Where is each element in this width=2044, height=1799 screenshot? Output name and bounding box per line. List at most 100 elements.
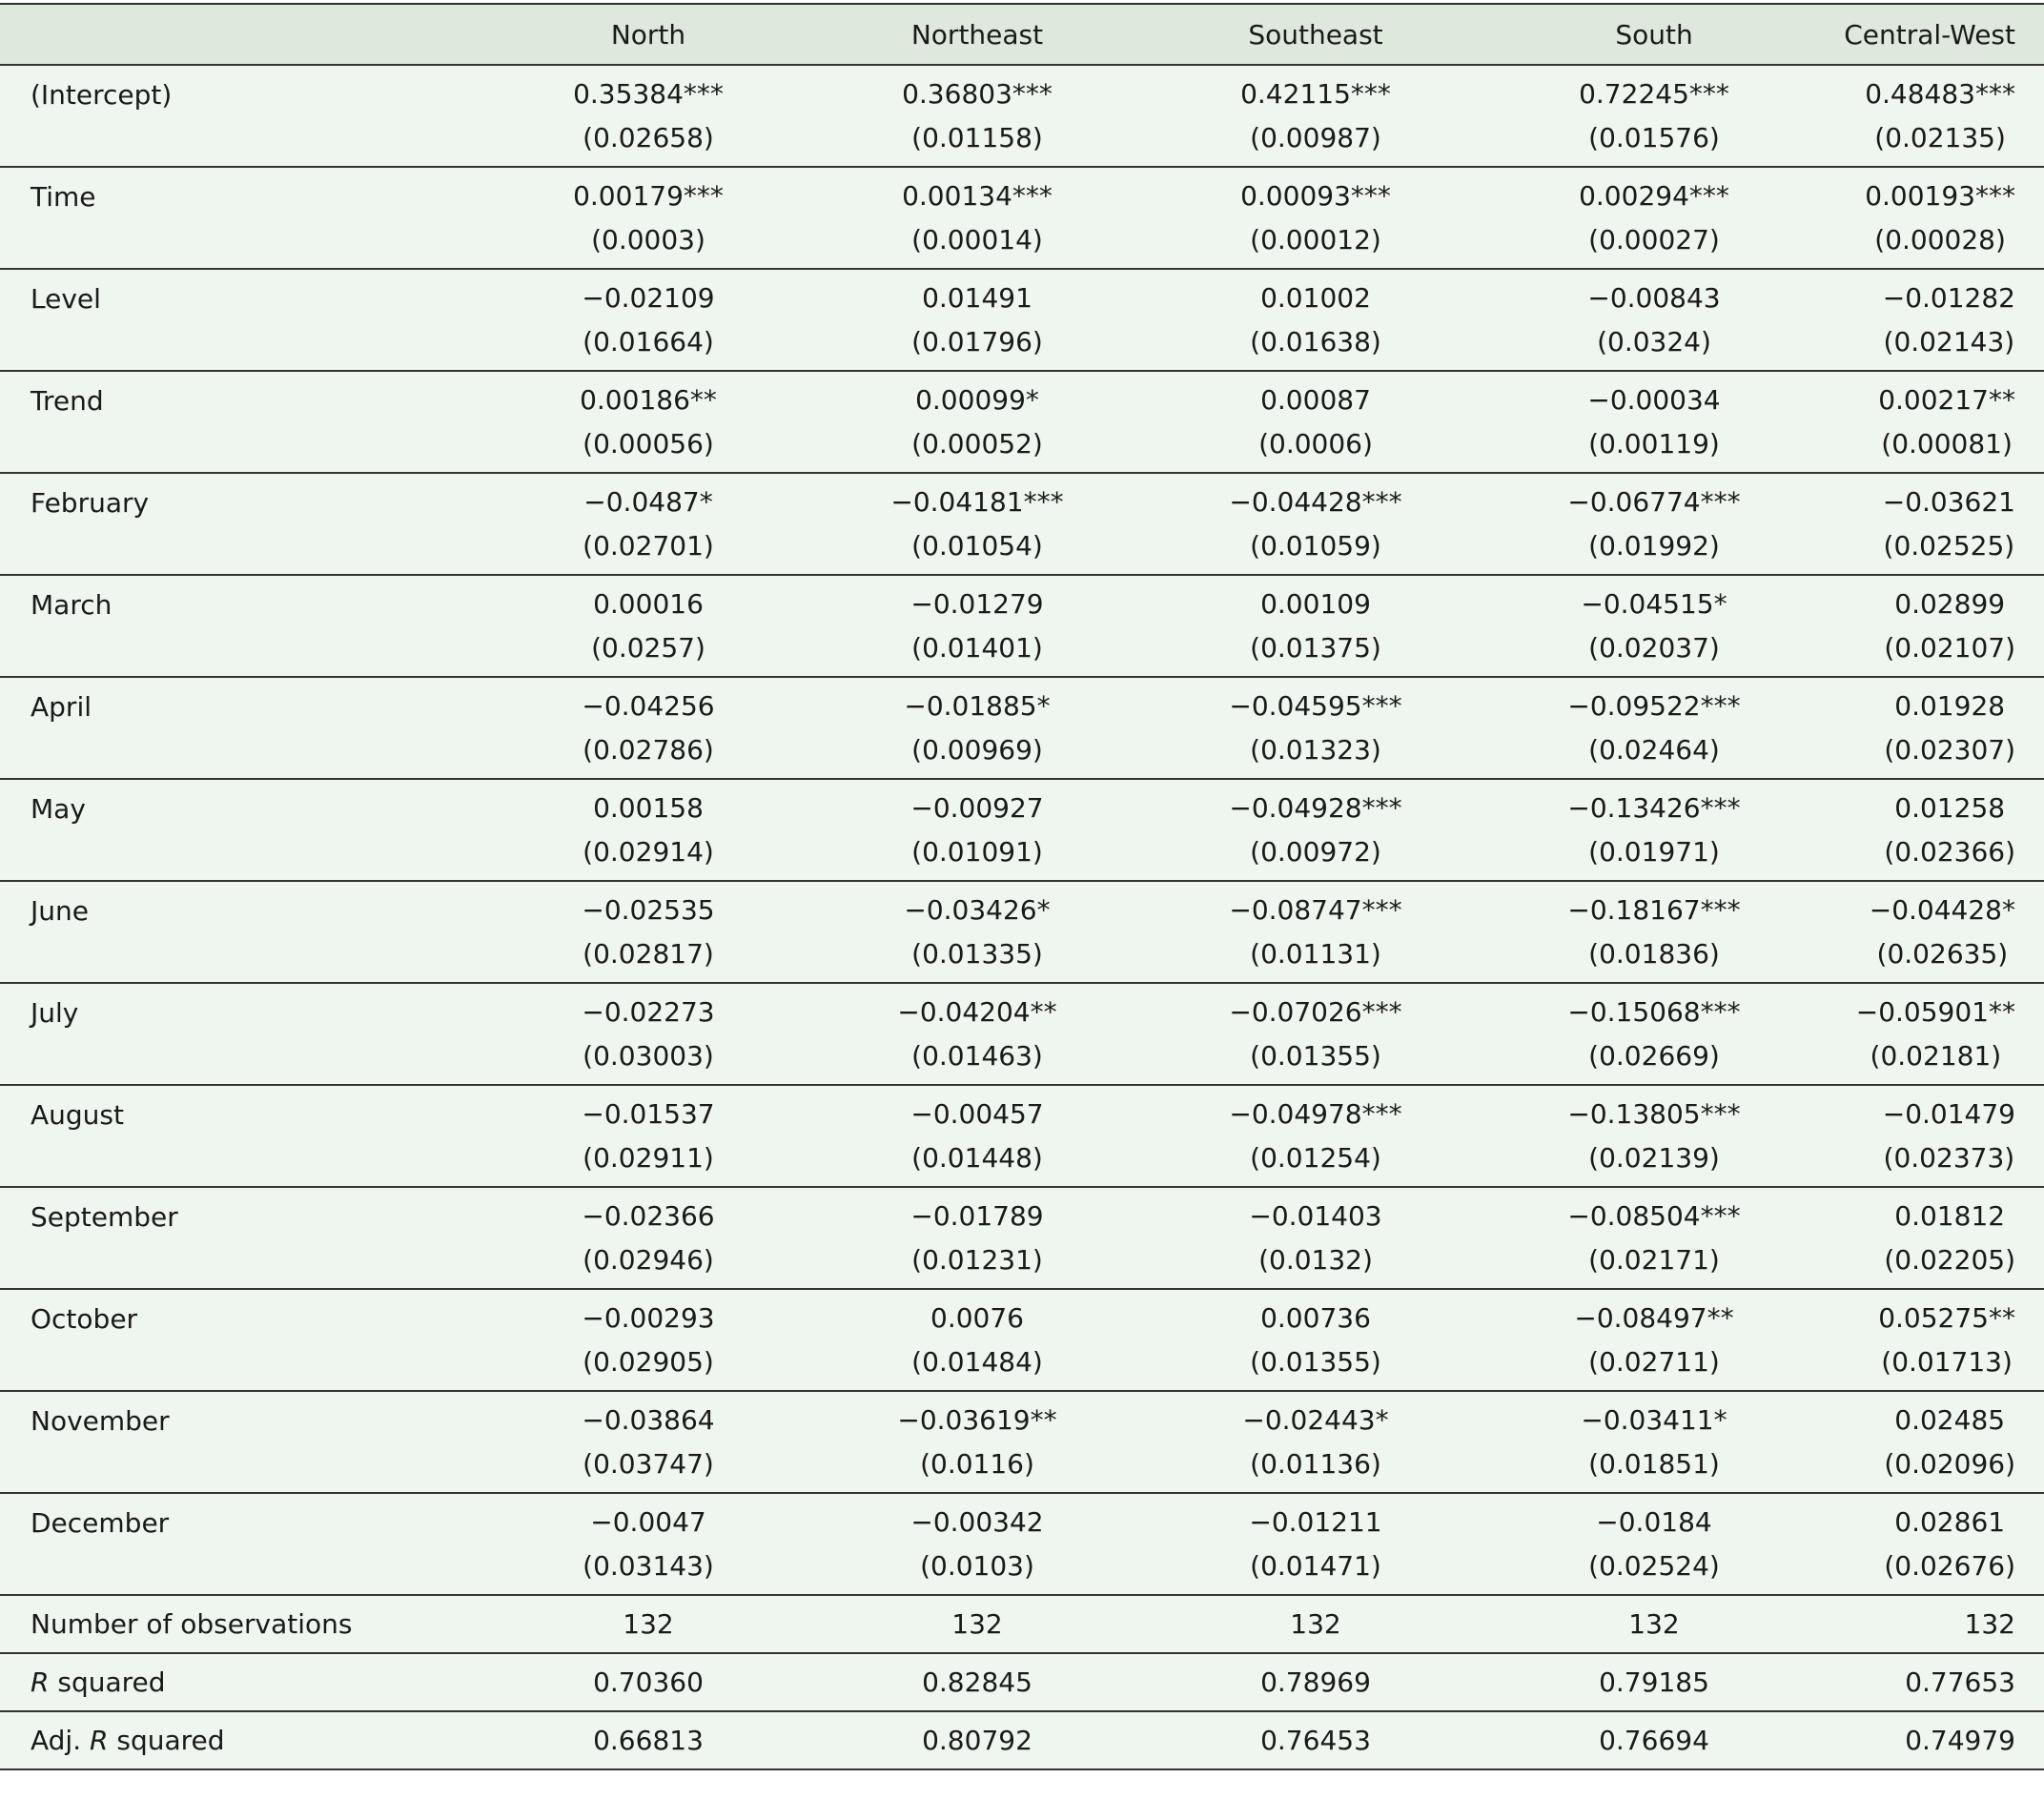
stats-label-rest: squared [108, 1725, 225, 1756]
standard-error-value: (0.01471) [1250, 1549, 1381, 1582]
standard-error-value: (0.01136) [1250, 1447, 1381, 1480]
standard-error-value: (0.02366) [1884, 835, 2015, 868]
stats-row: Number of observations 132 132 132 132 132 [0, 1595, 2044, 1653]
header-southeast: Southeast [1248, 18, 1383, 51]
standard-error-value: (0.00014) [911, 223, 1043, 256]
stats-value: 0.66813 [477, 1711, 820, 1769]
standard-error-value: (0.02635) [1876, 937, 2009, 970]
stats-value: 0.80792 [820, 1711, 1134, 1769]
standard-error-value: (0.02658) [583, 121, 714, 153]
stats-number: 0.77653 [1905, 1666, 2015, 1698]
regression-table-container: North Northeast Southeast South Central-… [0, 0, 2044, 1799]
coefficient-value: −0.00457 [910, 1097, 1044, 1130]
coefficient-value: 0.02899 [1894, 587, 2006, 620]
standard-error-value: (0.0006) [1258, 427, 1373, 460]
stats-number: 0.79185 [1599, 1666, 1709, 1698]
table-row: March 0.00016 (0.0257) −0.01279 (0.01401) 0.0… [0, 575, 2044, 677]
table-cell: 0.00093*** (0.00012) [1134, 167, 1497, 269]
standard-error-value: (0.02171) [1588, 1243, 1720, 1276]
coefficient-value: −0.0047 [590, 1505, 706, 1538]
coefficient-value: −0.03619** [897, 1403, 1057, 1436]
coefficient-value: −0.08497** [1574, 1301, 1734, 1334]
table-row: Time 0.00179*** (0.0003) 0.00134*** (0.00014… [0, 167, 2044, 269]
standard-error-value: (0.02107) [1884, 631, 2015, 664]
table-cell: −0.01403 (0.0132) [1134, 1187, 1497, 1289]
table-cell: −0.04428*** (0.01059) [1134, 473, 1497, 575]
standard-error-value: (0.02205) [1884, 1243, 2015, 1276]
standard-error-value: (0.02911) [583, 1141, 714, 1174]
coefficient-value: 0.00099* [915, 383, 1039, 416]
standard-error-value: (0.02525) [1883, 529, 2015, 562]
table-row: Level −0.02109 (0.01664) 0.01491 (0.01796) 0.… [0, 269, 2044, 371]
stats-number: 0.76694 [1599, 1724, 1709, 1756]
coefficient-value: 0.01812 [1894, 1199, 2006, 1232]
coefficient-value: −0.06774*** [1567, 485, 1741, 518]
table-cell: −0.02273 (0.03003) [477, 983, 820, 1085]
coefficient-value: −0.01279 [910, 587, 1044, 620]
table-cell: −0.15068*** (0.02669) [1497, 983, 1811, 1085]
standard-error-value: (0.01059) [1250, 529, 1381, 562]
table-row: October −0.00293 (0.02905) 0.0076 (0.01484) 0… [0, 1289, 2044, 1391]
row-label: November [31, 1405, 170, 1437]
row-label: September [31, 1201, 178, 1233]
stats-value: 132 [820, 1595, 1134, 1653]
table-cell: −0.02109 (0.01664) [477, 269, 820, 371]
table-cell: −0.02443* (0.01136) [1134, 1391, 1497, 1493]
stats-value: 0.82845 [820, 1653, 1134, 1711]
standard-error-value: (0.02786) [583, 733, 714, 766]
table-cell: 0.01928 (0.02307) [1811, 677, 2044, 779]
coefficient-value: 0.02485 [1894, 1403, 2006, 1436]
stats-value: 0.70360 [477, 1653, 820, 1711]
header-northeast: Northeast [910, 18, 1044, 51]
coefficient-value: −0.01789 [910, 1199, 1044, 1232]
coefficient-value: −0.13426*** [1567, 791, 1741, 824]
coefficient-value: 0.00736 [1260, 1301, 1371, 1334]
table-cell: −0.05901** (0.02181) [1811, 983, 2044, 1085]
stats-label: Adj. R squared [0, 1711, 477, 1769]
table-cell: 0.00193*** (0.00028) [1811, 167, 2044, 269]
table-cell: −0.0047 (0.03143) [477, 1493, 820, 1595]
standard-error-value: (0.02701) [583, 529, 714, 562]
standard-error-value: (0.01335) [911, 937, 1043, 970]
row-label: June [31, 895, 89, 927]
row-label: February [31, 487, 150, 519]
table-cell: −0.01789 (0.01231) [820, 1187, 1134, 1289]
table-cell: 0.00736 (0.01355) [1134, 1289, 1497, 1391]
stats-label-italic: R [90, 1725, 109, 1756]
coefficient-value: 0.01491 [922, 281, 1032, 314]
coefficient-value: −0.07026*** [1229, 995, 1402, 1028]
stats-number: 0.70360 [593, 1666, 704, 1698]
standard-error-value: (0.01375) [1250, 631, 1381, 664]
coefficient-value: −0.01479 [1882, 1097, 2015, 1130]
table-cell: −0.03621 (0.02525) [1811, 473, 2044, 575]
coefficient-value: −0.13805*** [1567, 1097, 1741, 1130]
coefficient-value: −0.00927 [910, 791, 1044, 824]
row-label: Trend [31, 385, 104, 417]
standard-error-value: (0.01448) [911, 1141, 1043, 1174]
standard-error-value: (0.01355) [1250, 1345, 1381, 1378]
table-cell: −0.04595*** (0.01323) [1134, 677, 1497, 779]
coefficient-value: 0.00093*** [1240, 179, 1391, 212]
table-cell: −0.01537 (0.02911) [477, 1085, 820, 1187]
table-row: December −0.0047 (0.03143) −0.00342 (0.0103)… [0, 1493, 2044, 1595]
table-cell: 0.35384*** (0.02658) [477, 65, 820, 167]
standard-error-value: (0.02817) [583, 937, 714, 970]
coefficient-value: −0.04595*** [1229, 689, 1402, 722]
table-cell: −0.07026*** (0.01355) [1134, 983, 1497, 1085]
stats-number: 0.78969 [1260, 1666, 1371, 1698]
standard-error-value: (0.01323) [1250, 733, 1381, 766]
table-cell: 0.72245*** (0.01576) [1497, 65, 1811, 167]
table-cell: −0.0184 (0.02524) [1497, 1493, 1811, 1595]
table-row: July −0.02273 (0.03003) −0.04204** (0.01463)… [0, 983, 2044, 1085]
coefficient-value: 0.0076 [930, 1301, 1024, 1334]
table-cell: −0.00843 (0.0324) [1497, 269, 1811, 371]
coefficient-value: −0.04204** [897, 995, 1057, 1028]
table-cell: −0.00293 (0.02905) [477, 1289, 820, 1391]
stats-value: 132 [1134, 1595, 1497, 1653]
stats-label-prefix: Adj. [31, 1725, 91, 1756]
coefficient-value: 0.00134*** [902, 179, 1053, 212]
coefficient-value: 0.00109 [1260, 587, 1371, 620]
standard-error-value: (0.03003) [583, 1039, 714, 1072]
table-cell: 0.01812 (0.02205) [1811, 1187, 2044, 1289]
standard-error-value: (0.02711) [1588, 1345, 1720, 1378]
